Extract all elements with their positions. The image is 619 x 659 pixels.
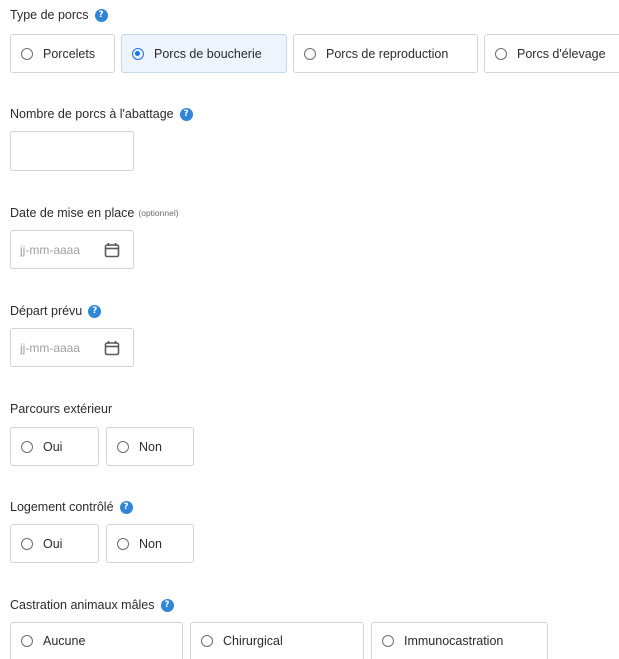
date-mise-en-place-field[interactable]: [10, 230, 134, 269]
depart-prevu-field[interactable]: [10, 328, 134, 367]
parcours-exterieur-label: Parcours extérieur: [10, 402, 112, 416]
help-icon[interactable]: ?: [119, 500, 133, 514]
option-label: Chirurgical: [223, 634, 283, 648]
type-porcs-label: Type de porcs ?: [10, 8, 108, 22]
help-icon[interactable]: ?: [160, 598, 174, 612]
date-mise-en-place-input[interactable]: [20, 242, 100, 257]
castration-label: Castration animaux mâles ?: [10, 598, 174, 612]
date-mise-en-place-label: Date de mise en place (optionnel): [10, 206, 179, 220]
castration-label-text: Castration animaux mâles: [10, 598, 155, 612]
type-porcs-option-elevage[interactable]: Porcs d'élevage: [484, 34, 619, 73]
option-label: Porcs d'élevage: [517, 46, 606, 61]
logement-controle-label: Logement contrôlé ?: [10, 500, 133, 514]
parcours-exterieur-option-non[interactable]: Non: [106, 427, 194, 466]
type-porcs-label-text: Type de porcs: [10, 8, 89, 22]
radio-icon: [117, 537, 129, 550]
help-icon[interactable]: ?: [88, 304, 102, 318]
radio-icon: [21, 47, 33, 60]
nombre-porcs-label-text: Nombre de porcs à l'abattage: [10, 107, 174, 121]
depart-prevu-label: Départ prévu ?: [10, 304, 102, 318]
radio-icon: [304, 47, 316, 60]
radio-icon: [21, 537, 33, 550]
option-label: Non: [139, 439, 162, 454]
logement-controle-option-non[interactable]: Non: [106, 524, 194, 563]
calendar-icon[interactable]: [104, 242, 120, 258]
parcours-exterieur-option-oui[interactable]: Oui: [10, 427, 99, 466]
radio-icon: [21, 635, 33, 647]
nombre-porcs-label: Nombre de porcs à l'abattage ?: [10, 107, 193, 121]
option-label: Porcs de reproduction: [326, 46, 449, 61]
option-label: Porcs de boucherie: [154, 46, 262, 61]
type-porcs-option-porcelets[interactable]: Porcelets: [10, 34, 115, 73]
radio-checked-icon: [132, 47, 144, 60]
depart-prevu-input[interactable]: [20, 340, 100, 355]
radio-icon: [117, 440, 129, 453]
option-label: Porcelets: [43, 46, 96, 61]
option-label: Aucune: [43, 634, 86, 648]
type-porcs-option-boucherie[interactable]: Porcs de boucherie: [121, 34, 287, 73]
depart-prevu-label-text: Départ prévu: [10, 304, 83, 318]
help-icon[interactable]: ?: [179, 107, 193, 121]
help-icon[interactable]: ?: [94, 8, 108, 22]
date-mise-en-place-label-text: Date de mise en place: [10, 206, 135, 220]
radio-icon: [201, 635, 213, 647]
logement-controle-label-text: Logement contrôlé: [10, 500, 114, 514]
nombre-porcs-input[interactable]: [10, 131, 134, 171]
parcours-exterieur-label-text: Parcours extérieur: [10, 402, 113, 416]
option-label: Non: [139, 536, 162, 551]
castration-option-aucune[interactable]: Aucune: [10, 622, 183, 659]
option-label: Oui: [43, 536, 63, 551]
radio-icon: [21, 440, 33, 453]
option-label: Oui: [43, 439, 63, 454]
type-porcs-option-reproduction[interactable]: Porcs de reproduction: [293, 34, 478, 73]
radio-icon: [382, 635, 394, 647]
optional-tag: (optionnel): [138, 208, 179, 218]
castration-option-chirurgical[interactable]: Chirurgical: [190, 622, 364, 659]
option-label: Immunocastration: [404, 634, 504, 648]
calendar-icon[interactable]: [104, 340, 120, 356]
logement-controle-option-oui[interactable]: Oui: [10, 524, 99, 563]
castration-option-immunocastration[interactable]: Immunocastration: [371, 622, 548, 659]
radio-icon: [495, 47, 507, 60]
